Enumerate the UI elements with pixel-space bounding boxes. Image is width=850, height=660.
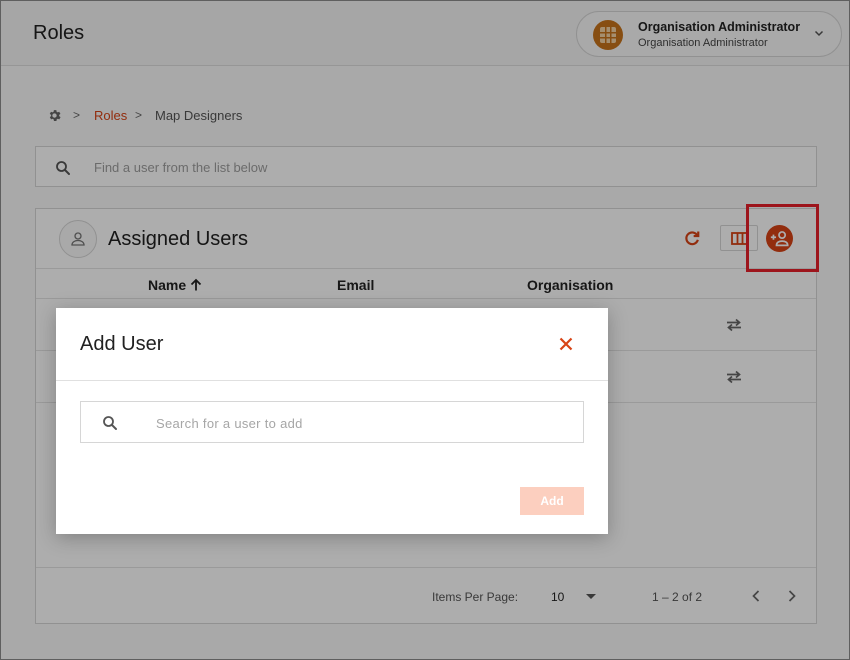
dialog-user-search: [80, 401, 584, 443]
dialog-divider: [56, 380, 608, 381]
add-button[interactable]: Add: [520, 487, 584, 515]
dialog-title: Add User: [80, 333, 164, 355]
dialog-user-search-input[interactable]: [156, 413, 566, 433]
close-icon[interactable]: [557, 335, 575, 353]
add-user-dialog: Add User Add: [56, 308, 608, 534]
search-icon: [103, 416, 117, 430]
